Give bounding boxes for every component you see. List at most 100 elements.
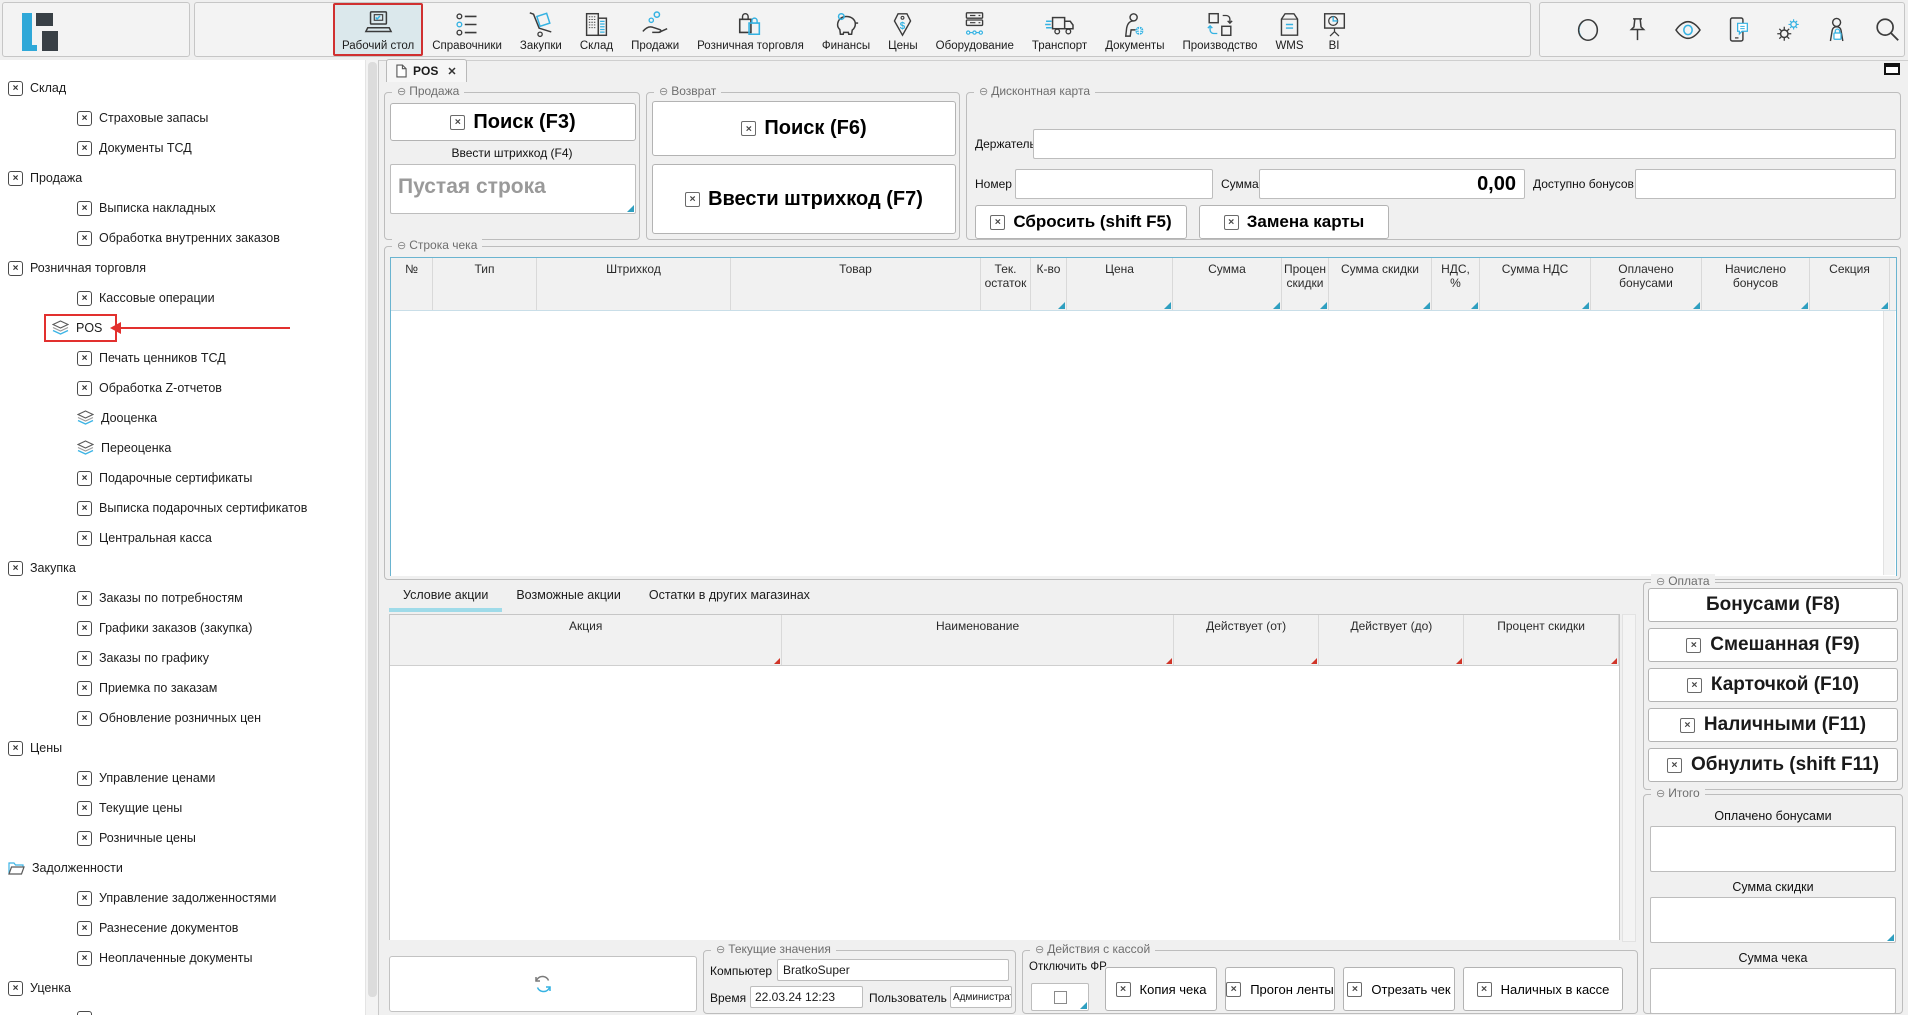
promo-table[interactable]: АкцияНаименованиеДействует (от)Действует… (389, 614, 1620, 940)
payment-button-1[interactable]: ×Смешанная (F9) (1648, 628, 1898, 662)
tree-item-центральная-касса[interactable]: ×Центральная касса (0, 523, 378, 553)
tree-item-выписка-накладных[interactable]: ×Выписка накладных (0, 193, 378, 223)
promo-column-4[interactable]: Процент скидки (1464, 615, 1619, 665)
tree-item-цены[interactable]: ×Цены (0, 733, 378, 763)
cash-button-0[interactable]: ×Копия чека (1105, 967, 1217, 1011)
replace-card-button[interactable]: × Замена карты (1199, 205, 1389, 239)
promo-tab-возможные-акции[interactable]: Возможные акции (502, 582, 635, 612)
settings-icon[interactable] (1774, 16, 1802, 44)
collapse-icon[interactable]: ⊖ (1656, 576, 1665, 588)
toolbar-item-retail[interactable]: Розничная торговля (688, 3, 813, 56)
toolbar-item-desktop[interactable]: Рабочий стол (333, 3, 423, 56)
user-input[interactable]: Администратор (950, 986, 1012, 1008)
collapse-icon[interactable]: ⊖ (397, 86, 406, 98)
receipt-table-body[interactable] (391, 311, 1896, 576)
receipt-column-4[interactable]: Тек. остаток (981, 258, 1031, 310)
tree-item-печать-ценников-тсд[interactable]: ×Печать ценников ТСД (0, 343, 378, 373)
receipt-column-7[interactable]: Сумма (1173, 258, 1282, 310)
tree-item-графики-заказов-закупка-[interactable]: ×Графики заказов (закупка) (0, 613, 378, 643)
tree-item-управление-задолженностями[interactable]: ×Управление задолженностями (0, 883, 378, 913)
tree-item-розничные-цены[interactable]: ×Розничные цены (0, 823, 378, 853)
toolbar-item-equipment[interactable]: Оборудование (927, 3, 1023, 56)
sale-barcode-input[interactable]: Пустая строка (390, 164, 636, 214)
collapse-icon[interactable]: ⊖ (979, 86, 988, 98)
disable-fr-checkbox[interactable] (1054, 991, 1067, 1004)
tree-item-склад[interactable]: ×Склад (0, 73, 378, 103)
toolbar-item-finance[interactable]: Финансы (813, 3, 879, 56)
tree-item-переоценка[interactable]: Переоценка (0, 433, 378, 463)
tree-item-разнесение-документов[interactable]: ×Разнесение документов (0, 913, 378, 943)
maximize-icon[interactable] (1884, 63, 1900, 75)
tree-item-обработка-z-отчетов[interactable]: ×Обработка Z-отчетов (0, 373, 378, 403)
eye-icon[interactable] (1673, 18, 1703, 42)
clock-icon[interactable] (1574, 16, 1602, 44)
tree-item-неоплаченные-документы[interactable]: ×Неоплаченные документы (0, 943, 378, 973)
tree-item-подарочные-сертификаты[interactable]: ×Подарочные сертификаты (0, 463, 378, 493)
receipt-column-0[interactable]: № (391, 258, 433, 310)
toolbar-item-list[interactable]: Справочники (423, 3, 511, 56)
refund-search-button[interactable]: × Поиск (F6) (652, 101, 956, 156)
tree-item-задолженности[interactable]: Задолженности (0, 853, 378, 883)
receipt-column-12[interactable]: Оплачено бонусами (1591, 258, 1702, 310)
promo-tab-условие-акции[interactable]: Условие акции (389, 582, 502, 612)
tree-item-управление-ценами[interactable]: ×Управление ценами (0, 763, 378, 793)
available-bonus-input[interactable] (1635, 169, 1896, 199)
amount-input[interactable]: 0,00 (1259, 169, 1525, 199)
toolbar-item-documents[interactable]: Документы (1096, 3, 1173, 56)
tree-item-обработка-внутренних-заказов[interactable]: ×Обработка внутренних заказов (0, 223, 378, 253)
number-input[interactable] (1015, 169, 1213, 199)
tree-item-розничная-торговля[interactable]: ×Розничная торговля (0, 253, 378, 283)
tree-item-выписка-подарочных-сертификатов[interactable]: ×Выписка подарочных сертификатов (0, 493, 378, 523)
tree-item-текущие-цены[interactable]: ×Текущие цены (0, 793, 378, 823)
refresh-icon[interactable] (533, 974, 553, 994)
collapse-icon[interactable]: ⊖ (659, 86, 668, 98)
payment-button-0[interactable]: Бонусами (F8) (1648, 588, 1898, 622)
collapse-icon[interactable]: ⊖ (716, 944, 725, 956)
receipt-column-13[interactable]: Начислено бонусов (1702, 258, 1810, 310)
toolbar-item-warehouse[interactable]: Склад (571, 3, 622, 56)
tree-item-кассовые-операции[interactable]: ×Кассовые операции (0, 283, 378, 313)
totals-value-0[interactable] (1650, 826, 1896, 872)
toolbar-item-sales[interactable]: Продажи (622, 3, 688, 56)
collapse-icon[interactable]: ⊖ (1656, 788, 1665, 800)
refresh-panel[interactable] (389, 956, 697, 1012)
promo-table-body[interactable] (390, 666, 1619, 940)
sale-search-button[interactable]: × Поиск (F3) (390, 103, 636, 141)
tree-item-страховые-запасы[interactable]: ×Страховые запасы (0, 103, 378, 133)
toolbar-item-wms[interactable]: WMS (1266, 3, 1312, 56)
receipt-scrollbar[interactable] (1883, 311, 1895, 575)
promo-column-3[interactable]: Действует (до) (1319, 615, 1464, 665)
sidebar-scrollbar[interactable] (365, 60, 379, 1015)
toolbar-item-bi[interactable]: BI (1313, 3, 1356, 56)
toolbar-item-purchases[interactable]: Закупки (511, 3, 571, 56)
promo-scrollbar[interactable] (1622, 614, 1636, 942)
receipt-column-1[interactable]: Тип (433, 258, 537, 310)
tab-pos[interactable]: POS ✕ (386, 59, 467, 82)
totals-value-2[interactable] (1650, 968, 1896, 1014)
receipt-column-8[interactable]: Процен скидки (1282, 258, 1329, 310)
receipt-column-10[interactable]: НДС, % (1432, 258, 1480, 310)
receipt-column-6[interactable]: Цена (1067, 258, 1173, 310)
payment-button-3[interactable]: ×Наличными (F11) (1648, 708, 1898, 742)
holder-input[interactable] (1033, 129, 1896, 159)
receipt-column-14[interactable]: Секция (1810, 258, 1890, 310)
cash-button-3[interactable]: ×Наличных в кассе (1463, 967, 1623, 1011)
tree-item-partial[interactable]: × (0, 1003, 378, 1015)
tree-item-документы-тсд[interactable]: ×Документы ТСД (0, 133, 378, 163)
tree-item-заказы-по-графику[interactable]: ×Заказы по графику (0, 643, 378, 673)
promo-tab-остатки-в-других-магазинах[interactable]: Остатки в других магазинах (635, 582, 824, 612)
receipt-column-3[interactable]: Товар (731, 258, 981, 310)
payment-button-4[interactable]: ×Обнулить (shift F11) (1648, 748, 1898, 782)
search-icon[interactable] (1873, 16, 1901, 44)
tree-item-обновление-розничных-цен[interactable]: ×Обновление розничных цен (0, 703, 378, 733)
pin-icon[interactable] (1626, 16, 1649, 43)
cash-button-1[interactable]: ×Прогон ленты (1225, 967, 1335, 1011)
tree-item-заказы-по-потребностям[interactable]: ×Заказы по потребностям (0, 583, 378, 613)
user-lock-icon[interactable] (1826, 16, 1849, 43)
computer-input[interactable]: BratkoSuper (777, 959, 1009, 981)
reset-card-button[interactable]: × Сбросить (shift F5) (975, 205, 1187, 239)
promo-column-0[interactable]: Акция (390, 615, 782, 665)
collapse-icon[interactable]: ⊖ (1035, 944, 1044, 956)
totals-value-1[interactable] (1650, 897, 1896, 943)
feedback-icon[interactable] (1727, 16, 1750, 43)
